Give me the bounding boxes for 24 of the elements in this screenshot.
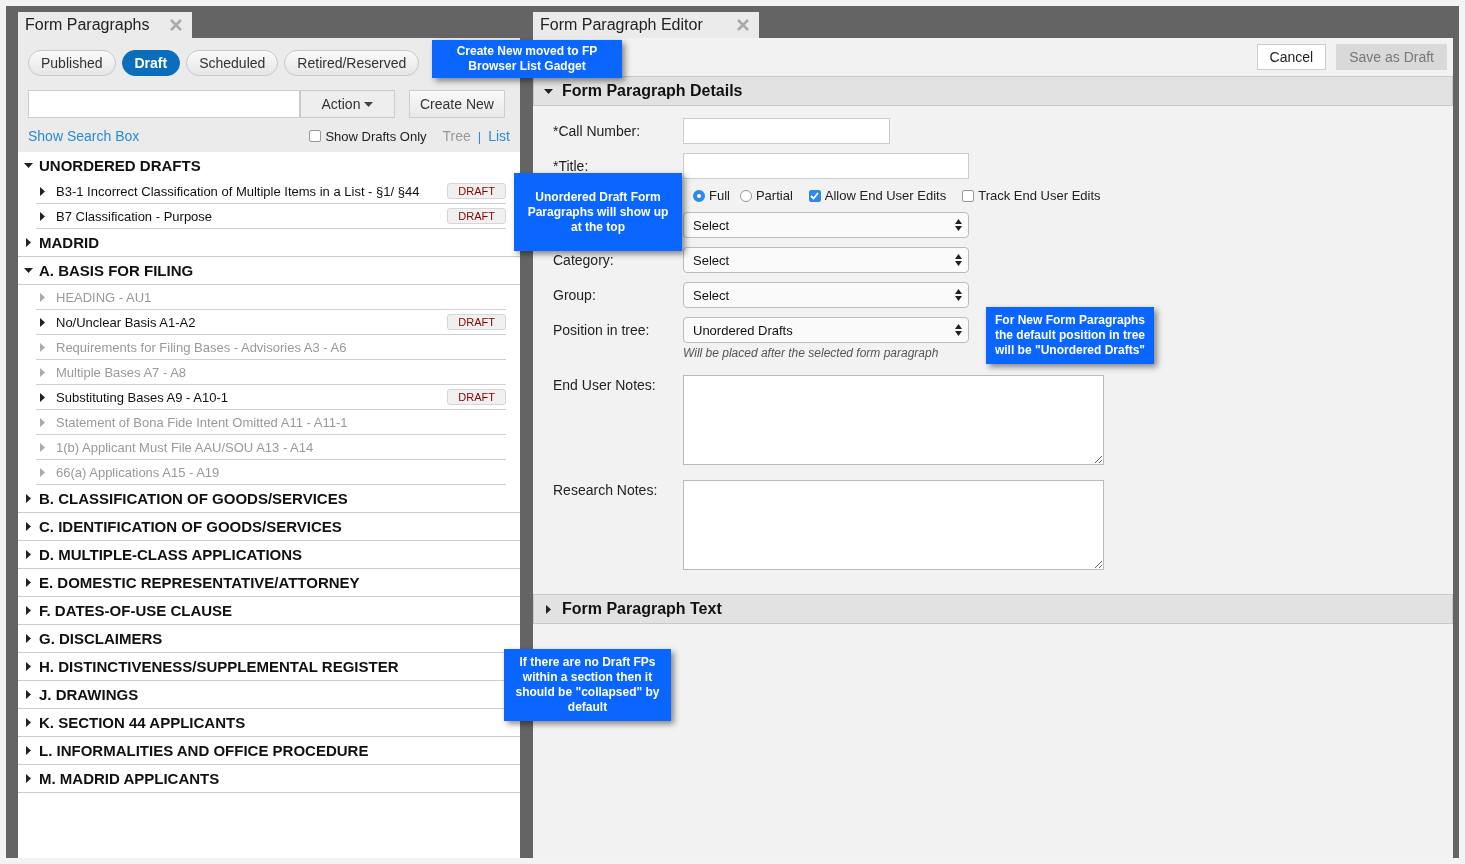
field-label: End User Notes: [553,377,656,393]
field-label: *Call Number: [553,123,641,139]
draft-badge: DRAFT [447,389,506,405]
annotation-tooltip: Unordered Draft Form Paragraphs will show up at the top [514,173,682,251]
annotation-tooltip: For New Form Paragraphs the default position in tree will be "Unordered Drafts" [986,307,1154,364]
field-label: Category: [553,252,614,268]
checkbox-label: Allow End User Edits [824,188,947,203]
annotation-tooltip: If there are no Draft FPs within a section then it should be "collapsed" by default [504,649,671,721]
field-label: Research Notes: [553,482,658,498]
field-hint: Will be placed after the selected form paragraph [683,346,940,360]
draft-badge: DRAFT [447,314,506,330]
radio-label: Partial [755,188,793,203]
field-label: Position in tree: [553,322,650,338]
draft-badge: DRAFT [447,183,506,199]
field-label: Group: [553,287,596,303]
checkbox-label: Show Drafts Only [325,128,427,144]
annotation-tooltip: Create New moved to FP Browser List Gadget [432,40,622,78]
tab-title: Form Paragraph Editor [540,16,703,34]
field-label: *Title: [553,158,589,174]
separator-text: | [477,128,482,144]
tab-title: Form Paragraphs [25,16,150,34]
radio-label: Full [709,188,730,203]
checkbox-label: Track End User Edits [978,188,1101,203]
draft-badge: DRAFT [447,208,506,224]
